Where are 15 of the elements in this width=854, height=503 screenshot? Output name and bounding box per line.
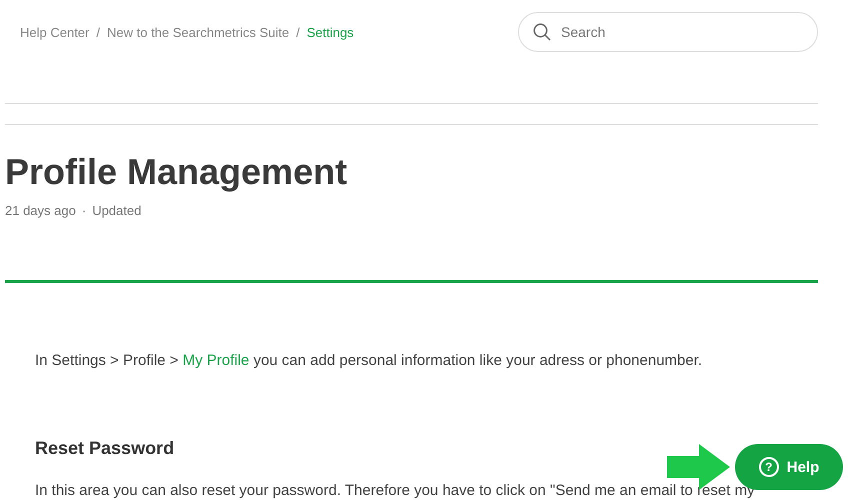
article-age: 21 days ago [5,203,76,218]
breadcrumb-link[interactable]: New to the Searchmetrics Suite [107,24,290,40]
section-heading: Reset Password [35,437,176,459]
breadcrumb-separator: / [96,24,100,40]
question-icon: ? [758,457,779,477]
search-icon [533,23,551,41]
article-title: Profile Management [5,151,348,193]
intro-paragraph: In Settings > Profile > My Profile you can add personal information like your adress or phonenumber. [35,351,704,371]
profile-link[interactable]: My Profile [182,352,250,369]
meta-separator: · [82,203,86,218]
search-box[interactable]: Search [518,12,818,52]
breadcrumb-separator: / [296,24,300,40]
article-status: Updated [92,203,142,218]
breadcrumb-link[interactable]: Settings [306,24,354,40]
breadcrumb-link[interactable]: Help Center [20,24,90,40]
